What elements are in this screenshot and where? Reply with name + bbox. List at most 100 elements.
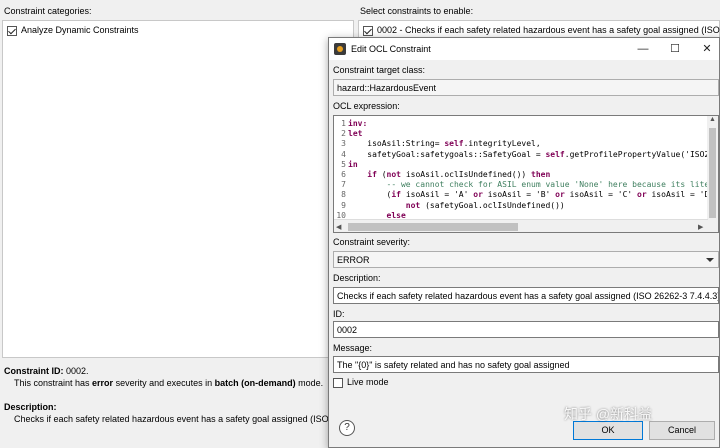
- code-token: or: [555, 190, 565, 200]
- minimize-icon[interactable]: —: [635, 41, 651, 57]
- code-line[interactable]: 9 not (safetyGoal.oclIsUndefined()): [334, 201, 565, 211]
- line-number: 7: [341, 180, 346, 190]
- checkbox-icon[interactable]: [363, 25, 373, 36]
- code-token: let: [348, 129, 363, 139]
- id-label: ID:: [333, 309, 345, 319]
- list-item[interactable]: 0002 - Checks if each safety related haz…: [363, 24, 720, 36]
- close-icon[interactable]: ✕: [699, 41, 715, 57]
- id-field[interactable]: 0002: [333, 321, 719, 338]
- code-token: isoAsil = 'A': [401, 190, 474, 200]
- description-label: Description:: [333, 273, 381, 283]
- scroll-left-icon[interactable]: ◀: [336, 223, 341, 231]
- dialog-title: Edit OCL Constraint: [351, 44, 431, 54]
- severity-label: Constraint severity:: [333, 237, 411, 247]
- watermark: 知乎 @新科益: [564, 406, 653, 422]
- category-label: Analyze Dynamic Constraints: [21, 25, 139, 35]
- code-line[interactable]: 3 isoAsil:String= self.integrityLevel,: [334, 139, 541, 149]
- horizontal-scrollbar[interactable]: ◀ ▶: [334, 219, 708, 232]
- code-token: isoAsil = 'D: [646, 190, 710, 200]
- ocl-expression-editor[interactable]: 1 inv: 2 let 3 isoAsil:String= self.integrit…: [333, 115, 719, 233]
- target-class-value: hazard::HazardousEvent: [337, 83, 437, 93]
- checkbox-icon[interactable]: [7, 25, 17, 36]
- dialog-titlebar[interactable]: Edit OCL Constraint — ☐ ✕: [329, 38, 719, 60]
- message-label: Message:: [333, 343, 373, 353]
- code-token: inv:: [348, 119, 368, 128]
- scroll-up-icon[interactable]: ▲: [709, 116, 716, 123]
- description-field[interactable]: Checks if each safety related hazardous …: [333, 287, 719, 304]
- live-mode-option[interactable]: Live mode: [333, 377, 389, 388]
- constraint-label: 0002 - Checks if each safety related haz…: [377, 25, 720, 35]
- code-line[interactable]: 6 if (not isoAsil.oclIsUndefined()) then: [334, 170, 550, 180]
- code-line[interactable]: 8 (if isoAsil = 'A' or isoAsil = 'B' or …: [334, 190, 709, 200]
- scroll-thumb[interactable]: [709, 128, 716, 218]
- edit-ocl-constraint-dialog: Edit OCL Constraint — ☐ ✕ Constraint tar…: [328, 37, 720, 448]
- code-token: isoAsil.oclIsUndefined()): [401, 170, 532, 179]
- line-number: 5: [341, 159, 346, 169]
- line-number: 9: [341, 200, 346, 210]
- line-number: 3: [341, 139, 346, 149]
- code-line[interactable]: 1 inv:: [334, 119, 367, 129]
- severity-text: This constraint has: [14, 378, 93, 388]
- severity-value: ERROR: [337, 255, 370, 265]
- code-token: isoAsil:String=: [348, 139, 445, 149]
- severity-text: severity and executes in: [113, 378, 215, 388]
- line-number: 8: [341, 190, 346, 200]
- code-token: (: [348, 190, 392, 200]
- code-token: then: [531, 170, 551, 179]
- code-token: or: [473, 190, 483, 200]
- code-token: (: [376, 170, 387, 179]
- list-item[interactable]: Analyze Dynamic Constraints: [7, 24, 139, 36]
- code-token: .getProfilePropertyValue('ISO2: [564, 149, 710, 159]
- constraint-id-line: Constraint ID: 0002.: [4, 366, 89, 376]
- maximize-icon[interactable]: ☐: [667, 41, 683, 57]
- target-class-select[interactable]: hazard::HazardousEvent: [333, 79, 719, 96]
- description-value: Checks if each safety related hazardous …: [14, 414, 329, 424]
- severity-text: mode.: [295, 378, 324, 388]
- vertical-scrollbar[interactable]: ▲ ▼: [707, 116, 718, 232]
- select-constraints-title: Select constraints to enable:: [360, 6, 474, 16]
- code-line[interactable]: 5 in: [334, 159, 358, 170]
- code-token: isoAsil = 'B': [482, 190, 556, 200]
- constraint-id-value: 0002.: [66, 366, 89, 376]
- chevron-down-icon: [706, 258, 714, 262]
- description-label-text: Description:: [4, 402, 57, 412]
- code-line[interactable]: 2 let: [334, 129, 362, 139]
- code-token: self: [545, 149, 565, 159]
- code-token: or: [637, 190, 647, 200]
- code-token: -- we cannot check for ASIL enum value '…: [348, 180, 710, 190]
- scroll-right-icon[interactable]: ▶: [698, 223, 703, 231]
- code-token: isoAsil = 'C': [564, 190, 638, 200]
- constraint-id-label: Constraint ID:: [4, 366, 64, 376]
- line-number: 6: [341, 170, 346, 179]
- code-token: if: [367, 170, 377, 179]
- cancel-button[interactable]: Cancel: [649, 421, 715, 440]
- code-token: if: [391, 190, 401, 200]
- ocl-expression-label: OCL expression:: [333, 101, 400, 111]
- severity-level: error: [92, 378, 114, 388]
- code-token: not: [405, 200, 421, 210]
- code-token: (safetyGoal.oclIsUndefined()): [420, 200, 565, 210]
- code-line[interactable]: 4 safetyGoal:safetygoals::SafetyGoal = s…: [334, 150, 709, 160]
- code-token: in: [348, 159, 358, 169]
- severity-line: This constraint has error severity and e…: [14, 378, 323, 388]
- description-label: Description:: [4, 402, 57, 412]
- app-icon: [334, 43, 346, 55]
- code-token: self: [444, 139, 464, 149]
- constraint-categories-title: Constraint categories:: [4, 6, 92, 16]
- code-token: safetyGoal:safetygoals::SafetyGoal =: [348, 149, 546, 159]
- target-class-label: Constraint target class:: [333, 65, 426, 75]
- message-field[interactable]: The "{0}" is safety related and has no s…: [333, 356, 719, 373]
- line-number: 1: [341, 119, 346, 128]
- help-icon[interactable]: ?: [339, 420, 355, 436]
- code-line[interactable]: 7 -- we cannot check for ASIL enum value…: [334, 180, 709, 190]
- constraint-categories-list[interactable]: Analyze Dynamic Constraints: [2, 20, 354, 358]
- severity-select[interactable]: ERROR: [333, 251, 719, 268]
- scroll-thumb[interactable]: [348, 223, 518, 231]
- code-token: .integrityLevel,: [463, 139, 541, 149]
- execution-mode: batch (on-demand): [214, 378, 296, 388]
- live-mode-checkbox[interactable]: [333, 377, 343, 388]
- line-number: 2: [341, 129, 346, 139]
- live-mode-label: Live mode: [347, 377, 389, 387]
